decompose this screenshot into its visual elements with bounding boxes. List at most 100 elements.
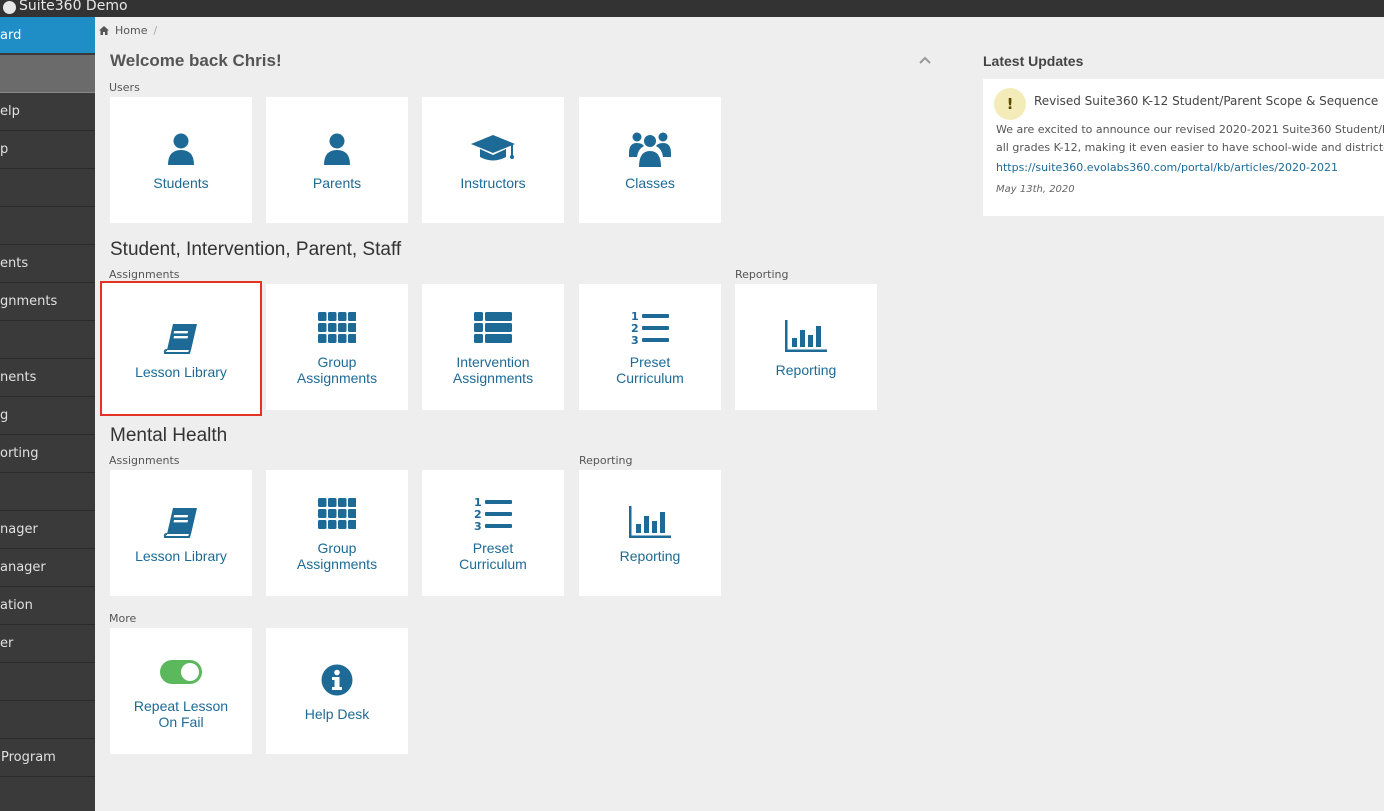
update-link[interactable]: https://suite360.evolabs360.com/portal/k… <box>996 161 1338 174</box>
section-title-mental-health: Mental Health <box>110 425 228 446</box>
sidebar-item-label: Program <box>1 750 56 765</box>
sidebar: ard elp p ents gnments nents g orting nager anage… <box>0 17 95 811</box>
sidebar-item[interactable]: nager <box>0 511 95 549</box>
bar-chart-icon <box>629 502 671 542</box>
tile-label: Students <box>153 175 209 191</box>
sidebar-item[interactable]: Program <box>0 739 95 777</box>
book-icon <box>163 318 199 358</box>
tile-label: Parents <box>312 175 362 191</box>
sidebar-item[interactable]: elp <box>0 93 95 131</box>
sidebar-item-label: nents <box>0 370 37 385</box>
tile-label: Help Desk <box>304 706 370 722</box>
sidebar-item[interactable]: ard <box>0 17 95 53</box>
tile-mh-preset-curriculum[interactable]: 1 2 3 Preset Curriculum <box>422 470 564 596</box>
tile-label: Lesson Library <box>135 363 227 380</box>
user-icon <box>167 129 195 169</box>
toggle-on-icon <box>160 652 202 692</box>
sidebar-item[interactable]: g <box>0 397 95 435</box>
sidebar-item-label: gnments <box>0 294 58 309</box>
tile-label: Preset Curriculum <box>616 354 684 386</box>
sidebar-item[interactable] <box>0 701 95 739</box>
tile-intervention-assignments[interactable]: Intervention Assignments <box>422 284 564 410</box>
sidebar-item-label: anager <box>0 560 46 575</box>
sidebar-item[interactable]: orting <box>0 435 95 473</box>
update-date: May 13th, 2020 <box>996 184 1075 195</box>
chevron-up-icon[interactable] <box>919 55 931 67</box>
sidebar-item[interactable] <box>0 321 95 359</box>
tile-help-desk[interactable]: Help Desk <box>266 628 408 754</box>
info-icon <box>321 660 353 700</box>
tile-reporting[interactable]: Reporting <box>735 284 877 410</box>
tile-label: Repeat Lesson On Fail <box>133 698 229 730</box>
grid-icon <box>318 308 356 348</box>
sidebar-item[interactable] <box>0 663 95 701</box>
tile-parents[interactable]: Parents <box>266 97 408 223</box>
tile-mh-group-assignments[interactable]: Group Assignments <box>266 470 408 596</box>
sidebar-item[interactable]: ation <box>0 587 95 625</box>
tile-lesson-library[interactable]: Lesson Library <box>100 281 262 416</box>
bar-chart-icon <box>785 316 827 356</box>
update-body-line: all grades K-12, making it even easier t… <box>996 141 1384 154</box>
tile-instructors[interactable]: Instructors <box>422 97 564 223</box>
assignments-label: Assignments <box>109 268 180 281</box>
globe-icon <box>3 1 16 14</box>
latest-updates-title: Latest Updates <box>983 53 1084 69</box>
sidebar-item[interactable]: nents <box>0 359 95 397</box>
app-title: Suite360 Demo <box>19 0 128 14</box>
sidebar-item-label: ents <box>0 256 29 271</box>
tile-label: Classes <box>625 175 675 191</box>
sidebar-item[interactable]: gnments <box>0 283 95 321</box>
sidebar-item[interactable] <box>0 55 95 93</box>
sidebar-item[interactable]: er <box>0 625 95 663</box>
breadcrumb: Home / <box>99 24 157 37</box>
tile-students[interactable]: Students <box>110 97 252 223</box>
list-icon <box>474 308 512 348</box>
tile-repeat-lesson[interactable]: Repeat Lesson On Fail <box>110 628 252 754</box>
graduation-cap-icon <box>470 129 516 169</box>
sidebar-item[interactable] <box>0 473 95 511</box>
tile-group-assignments[interactable]: Group Assignments <box>266 284 408 410</box>
user-icon <box>323 129 351 169</box>
sidebar-item-label: ation <box>0 598 33 613</box>
sidebar-item[interactable] <box>0 207 95 245</box>
tile-preset-curriculum[interactable]: 1 2 3 Preset Curriculum <box>579 284 721 410</box>
tile-label: Preset Curriculum <box>459 540 527 572</box>
tile-mh-reporting[interactable]: Reporting <box>579 470 721 596</box>
numbered-list-icon: 123 <box>474 494 512 534</box>
svg-text:3: 3 <box>474 520 482 532</box>
mh-assignments-label: Assignments <box>109 454 180 467</box>
breadcrumb-separator: / <box>153 24 158 37</box>
tile-label: Intervention Assignments <box>452 354 534 386</box>
tile-label: Instructors <box>460 175 526 191</box>
grid-icon <box>318 494 356 534</box>
sidebar-item-label: ard <box>0 28 22 43</box>
update-heading: Revised Suite360 K-12 Student/Parent Sco… <box>1034 94 1379 108</box>
svg-text:3: 3 <box>631 334 639 346</box>
more-label: More <box>109 612 137 625</box>
book-icon <box>163 502 199 542</box>
sidebar-item[interactable]: anager <box>0 549 95 587</box>
mh-reporting-label: Reporting <box>579 454 633 467</box>
update-body: We are excited to announce our revised 2… <box>996 121 1384 157</box>
breadcrumb-home[interactable]: Home <box>115 24 147 37</box>
sidebar-item[interactable] <box>0 777 95 811</box>
sidebar-item[interactable]: ents <box>0 245 95 283</box>
sidebar-item[interactable]: p <box>0 131 95 169</box>
app-topbar: Suite360 Demo <box>0 0 1384 17</box>
sidebar-item-label: g <box>0 408 9 423</box>
tile-mh-lesson-library[interactable]: Lesson Library <box>110 470 252 596</box>
numbered-list-icon: 123 <box>631 308 669 348</box>
update-body-line: We are excited to announce our revised 2… <box>996 123 1384 136</box>
main-content: Home / Welcome back Chris! Users Student… <box>95 17 1384 811</box>
sidebar-item-label: p <box>0 142 9 157</box>
sidebar-item[interactable] <box>0 169 95 207</box>
tile-label: Reporting <box>619 548 681 564</box>
tile-classes[interactable]: Classes <box>579 97 721 223</box>
update-card: ! Revised Suite360 K-12 Student/Parent S… <box>983 79 1384 216</box>
reporting-label: Reporting <box>735 268 789 281</box>
app-logo[interactable]: Suite360 Demo <box>3 0 128 15</box>
users-label: Users <box>109 81 140 94</box>
home-icon <box>99 26 109 35</box>
section-title-student: Student, Intervention, Parent, Staff <box>110 239 402 260</box>
sidebar-item-label: elp <box>0 104 20 119</box>
